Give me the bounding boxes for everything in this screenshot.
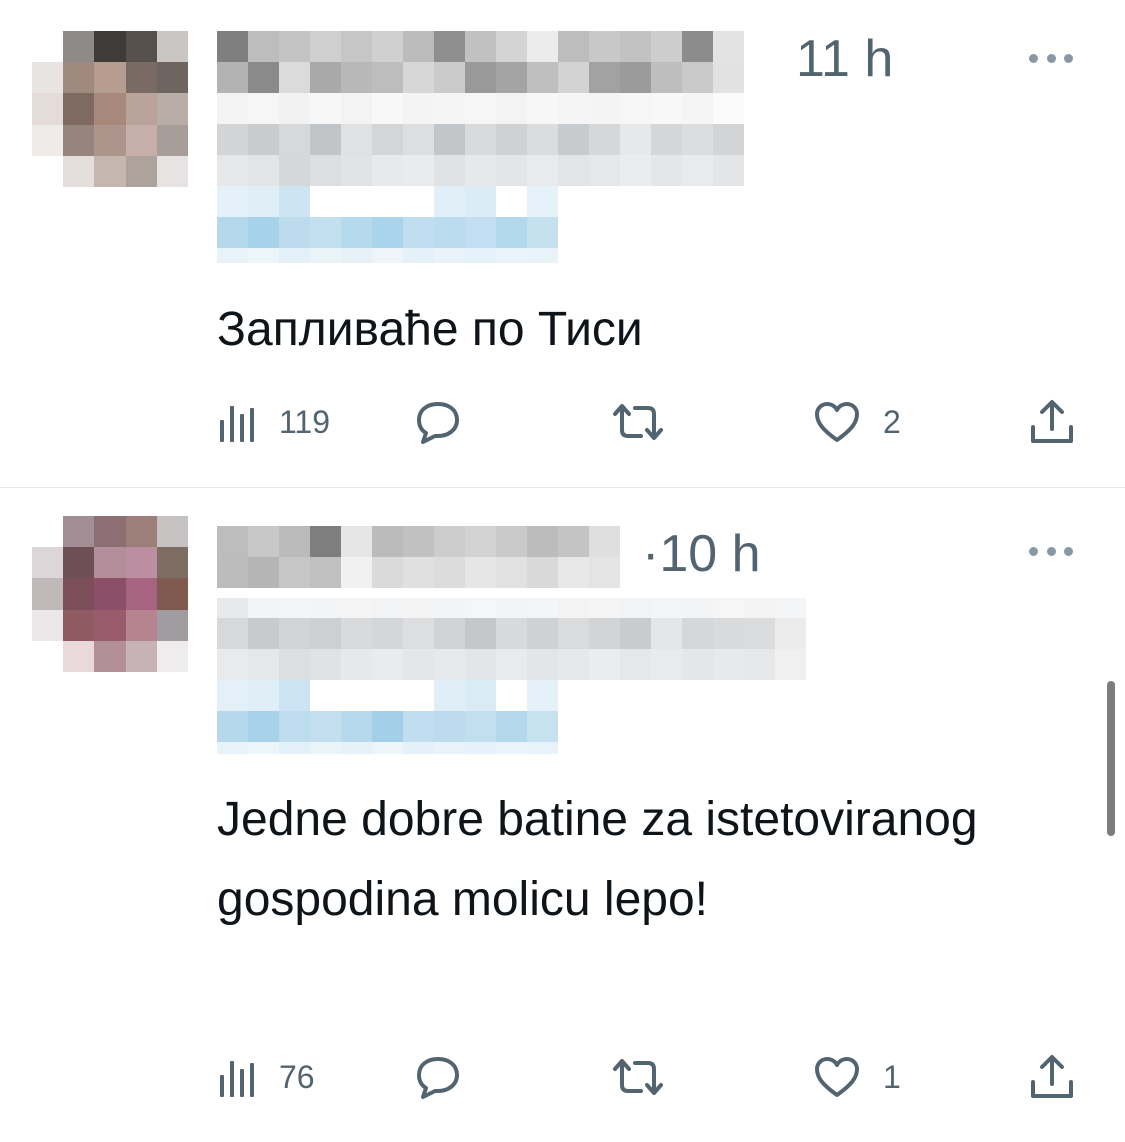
share-icon [1031,1055,1073,1098]
tweet-text: Jedne dobre batine za istetoviranog gosp… [217,793,978,926]
tweet-reply[interactable]: ·10 h Jedne dobre batine za istetovirano… [0,488,1125,1142]
likes-count: 1 [883,1058,901,1095]
avatar[interactable] [32,31,188,187]
more-icon[interactable] [1029,48,1073,68]
retweet-button[interactable] [611,396,665,448]
like-button[interactable]: 1 [813,1051,901,1103]
views-button[interactable]: 76 [217,1051,315,1103]
reply-icon [417,1057,459,1099]
views-icon [220,406,254,442]
retweet-icon [613,1059,663,1095]
views-count: 119 [279,403,331,440]
replying-to-blurred[interactable] [217,124,775,263]
reply-button[interactable] [413,1051,463,1103]
share-icon [1031,400,1073,443]
scrollbar[interactable] [1107,681,1115,836]
action-bar: 119 2 [217,396,1077,448]
share-button[interactable] [1029,1051,1075,1103]
retweet-icon [613,404,663,440]
action-bar: 76 1 [217,1051,1077,1103]
user-name-blurred[interactable] [217,526,651,588]
reply-icon [417,402,459,444]
user-name-blurred[interactable] [217,31,775,124]
reply-button[interactable] [413,396,463,448]
views-button[interactable]: 119 [217,396,330,448]
timestamp[interactable]: ·10 h [642,528,761,580]
views-count: 76 [279,1058,315,1095]
share-button[interactable] [1029,396,1075,448]
likes-count: 2 [883,403,901,440]
tweet-reply[interactable]: 11 h Запливаће по Тиси 119 2 [0,0,1125,488]
retweet-button[interactable] [611,1051,665,1103]
views-icon [220,1061,254,1097]
like-icon [815,402,859,442]
more-icon[interactable] [1029,541,1073,561]
avatar[interactable] [32,516,188,672]
like-button[interactable]: 2 [813,396,901,448]
tweet-text: Запливаће по Тиси [217,303,643,356]
timestamp[interactable]: 11 h [796,33,893,85]
like-icon [815,1057,859,1097]
replying-to-blurred[interactable] [217,598,806,754]
